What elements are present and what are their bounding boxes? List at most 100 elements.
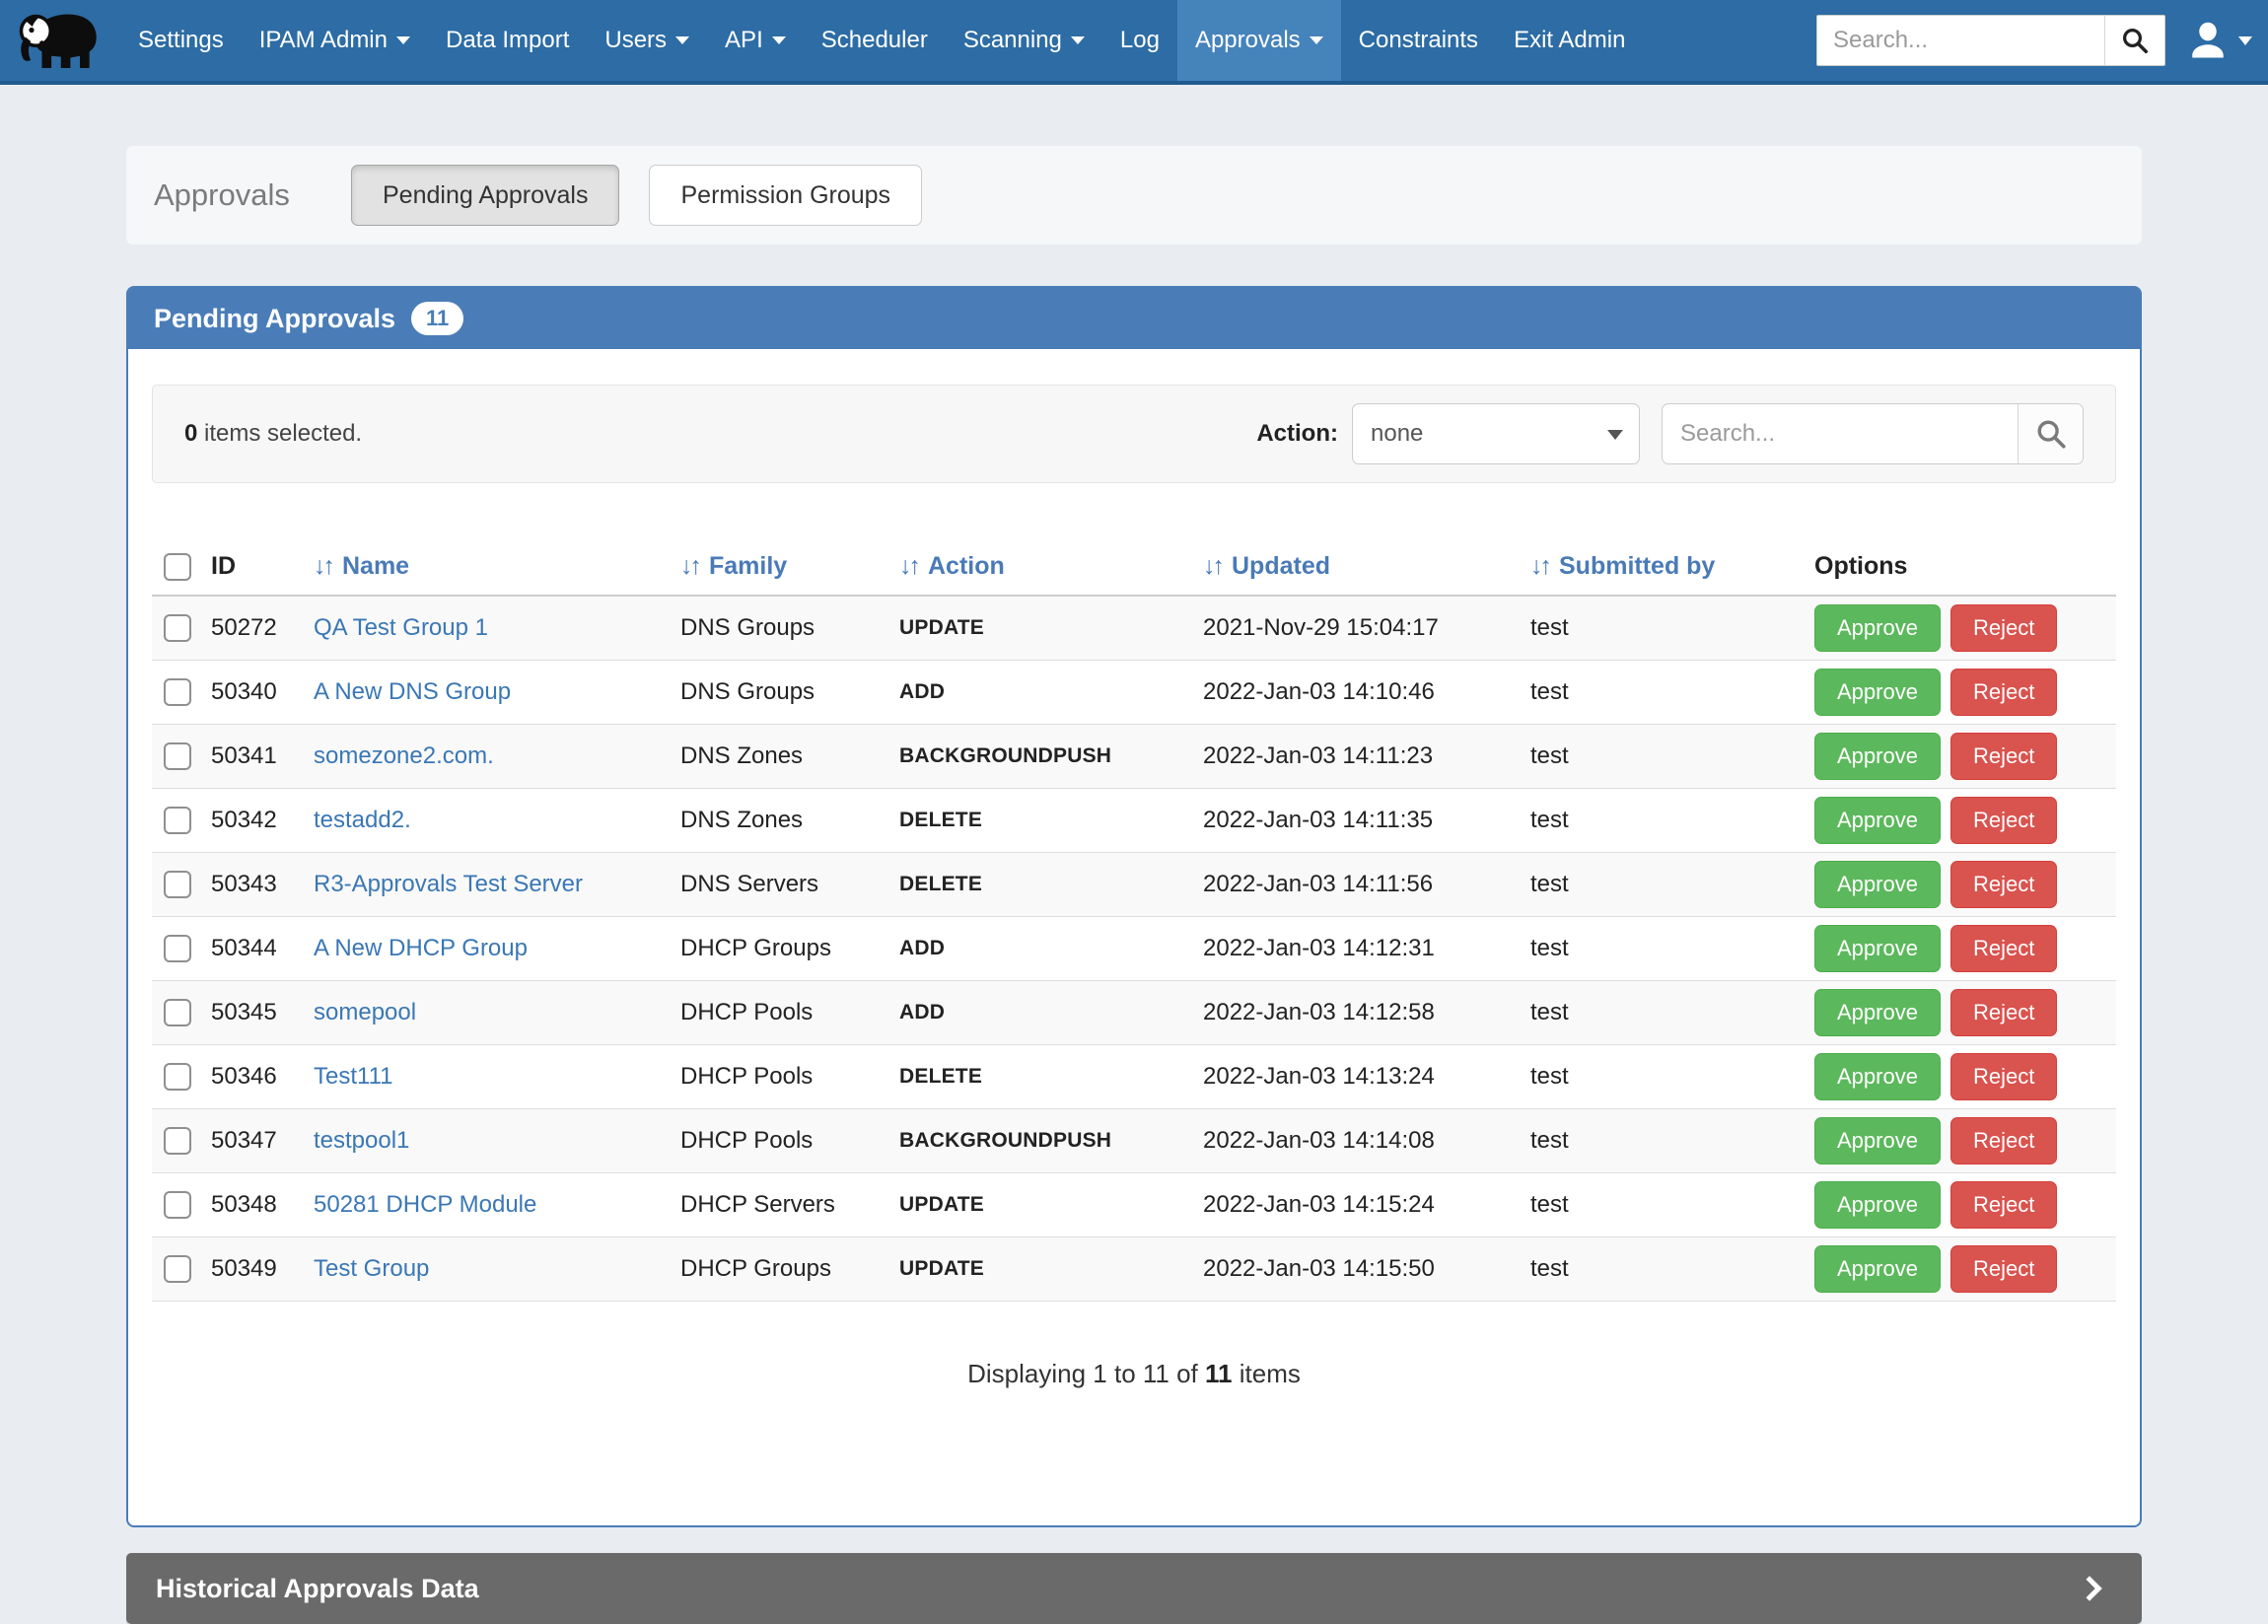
- table-search-button[interactable]: [2018, 404, 2083, 463]
- column-header-id: ID: [203, 538, 306, 596]
- nav-item-approvals[interactable]: Approvals: [1177, 0, 1341, 81]
- approve-button[interactable]: Approve: [1814, 861, 1941, 908]
- row-id: 50341: [203, 725, 306, 789]
- row-name-link[interactable]: somepool: [314, 999, 416, 1025]
- row-family: DHCP Groups: [673, 917, 891, 981]
- action-select[interactable]: none: [1352, 403, 1640, 464]
- reject-button[interactable]: Reject: [1950, 925, 2057, 972]
- row-family: DNS Groups: [673, 596, 891, 661]
- row-name-link[interactable]: 50281 DHCP Module: [314, 1191, 536, 1218]
- nav-item-ipam-admin[interactable]: IPAM Admin: [242, 0, 428, 81]
- select-all-checkbox[interactable]: [164, 553, 191, 581]
- pending-approvals-panel: Pending Approvals 11 0 items selected. A…: [126, 286, 2142, 1527]
- chevron-down-icon: [1071, 36, 1085, 44]
- row-action: ADD: [891, 917, 1195, 981]
- nav-item-label: Scheduler: [821, 27, 928, 54]
- row-name-link[interactable]: somezone2.com.: [314, 742, 494, 769]
- approve-button[interactable]: Approve: [1814, 669, 1941, 716]
- approve-button[interactable]: Approve: [1814, 733, 1941, 780]
- row-checkbox[interactable]: [164, 742, 191, 770]
- table-row: 50344 A New DHCP Group DHCP Groups ADD 2…: [152, 917, 2116, 981]
- row-action: ADD: [891, 661, 1195, 725]
- nav-item-label: API: [725, 27, 763, 54]
- nav-item-api[interactable]: API: [707, 0, 804, 81]
- approve-button[interactable]: Approve: [1814, 989, 1941, 1036]
- page-tabs: Pending Approvals Permission Groups: [351, 165, 922, 226]
- historical-approvals-toggle[interactable]: Historical Approvals Data: [126, 1553, 2142, 1624]
- nav-item-log[interactable]: Log: [1102, 0, 1177, 81]
- navbar-search-button[interactable]: [2104, 15, 2165, 66]
- reject-button[interactable]: Reject: [1950, 989, 2057, 1036]
- row-checkbox[interactable]: [164, 1063, 191, 1091]
- user-menu[interactable]: [2187, 20, 2252, 61]
- reject-button[interactable]: Reject: [1950, 1181, 2057, 1229]
- reject-button[interactable]: Reject: [1950, 733, 2057, 780]
- approvals-table: ID↓↑Name↓↑Family↓↑Action↓↑Updated↓↑Submi…: [152, 538, 2116, 1302]
- row-updated: 2022-Jan-03 14:12:58: [1195, 981, 1523, 1045]
- reject-button[interactable]: Reject: [1950, 1117, 2057, 1165]
- row-family: DNS Zones: [673, 789, 891, 853]
- nav-item-settings[interactable]: Settings: [120, 0, 242, 81]
- table-toolbar: 0 items selected. Action: none: [152, 385, 2116, 483]
- nav-item-constraints[interactable]: Constraints: [1341, 0, 1496, 81]
- row-id: 50344: [203, 917, 306, 981]
- row-action: DELETE: [891, 1045, 1195, 1109]
- row-name-link[interactable]: A New DHCP Group: [314, 935, 528, 961]
- row-checkbox[interactable]: [164, 614, 191, 642]
- row-name-link[interactable]: testpool1: [314, 1127, 409, 1154]
- column-header-updated[interactable]: ↓↑Updated: [1195, 538, 1523, 596]
- reject-button[interactable]: Reject: [1950, 797, 2057, 844]
- nav-item-scanning[interactable]: Scanning: [946, 0, 1102, 81]
- row-name-link[interactable]: Test111: [314, 1063, 393, 1090]
- column-header-family[interactable]: ↓↑Family: [673, 538, 891, 596]
- approve-button[interactable]: Approve: [1814, 1053, 1941, 1100]
- approve-button[interactable]: Approve: [1814, 1117, 1941, 1165]
- column-header-submitted-by[interactable]: ↓↑Submitted by: [1523, 538, 1807, 596]
- approve-button[interactable]: Approve: [1814, 925, 1941, 972]
- row-name-link[interactable]: A New DNS Group: [314, 678, 511, 705]
- row-name-link[interactable]: Test Group: [314, 1255, 429, 1282]
- row-checkbox[interactable]: [164, 1127, 191, 1155]
- row-updated: 2022-Jan-03 14:11:35: [1195, 789, 1523, 853]
- approve-button[interactable]: Approve: [1814, 604, 1941, 652]
- navbar-search-input[interactable]: [1816, 15, 2104, 66]
- navbar-menu: SettingsIPAM AdminData ImportUsers API Sch…: [120, 0, 1643, 81]
- approve-button[interactable]: Approve: [1814, 797, 1941, 844]
- nav-item-label: Scanning: [963, 27, 1062, 54]
- sort-icon: ↓↑: [1530, 552, 1549, 580]
- row-name-link[interactable]: QA Test Group 1: [314, 614, 488, 641]
- mammoth-logo[interactable]: [12, 0, 106, 81]
- column-label: Options: [1814, 552, 1907, 580]
- selected-items-text: 0 items selected.: [184, 420, 362, 448]
- nav-item-users[interactable]: Users: [587, 0, 707, 81]
- column-header-action[interactable]: ↓↑Action: [891, 538, 1195, 596]
- reject-button[interactable]: Reject: [1950, 1245, 2057, 1293]
- nav-item-exit-admin[interactable]: Exit Admin: [1496, 0, 1643, 81]
- row-checkbox[interactable]: [164, 935, 191, 962]
- row-id: 50348: [203, 1173, 306, 1237]
- row-checkbox[interactable]: [164, 807, 191, 834]
- table-search-input[interactable]: [1663, 404, 2018, 463]
- row-checkbox[interactable]: [164, 1255, 191, 1283]
- tab-permission-groups[interactable]: Permission Groups: [649, 165, 922, 226]
- select-all-checkbox-cell: [152, 538, 203, 596]
- reject-button[interactable]: Reject: [1950, 861, 2057, 908]
- approve-button[interactable]: Approve: [1814, 1181, 1941, 1229]
- row-checkbox[interactable]: [164, 1191, 191, 1219]
- nav-item-label: Log: [1120, 27, 1160, 54]
- nav-item-scheduler[interactable]: Scheduler: [804, 0, 946, 81]
- row-checkbox[interactable]: [164, 678, 191, 706]
- row-checkbox[interactable]: [164, 999, 191, 1026]
- row-name-link[interactable]: testadd2.: [314, 807, 411, 833]
- column-header-name[interactable]: ↓↑Name: [306, 538, 673, 596]
- tab-pending-approvals[interactable]: Pending Approvals: [351, 165, 619, 226]
- table-header-row: ID↓↑Name↓↑Family↓↑Action↓↑Updated↓↑Submi…: [152, 538, 2116, 596]
- sort-icon: ↓↑: [1203, 552, 1222, 580]
- approve-button[interactable]: Approve: [1814, 1245, 1941, 1293]
- row-name-link[interactable]: R3-Approvals Test Server: [314, 871, 583, 897]
- reject-button[interactable]: Reject: [1950, 604, 2057, 652]
- reject-button[interactable]: Reject: [1950, 1053, 2057, 1100]
- row-checkbox[interactable]: [164, 871, 191, 898]
- reject-button[interactable]: Reject: [1950, 669, 2057, 716]
- nav-item-data-import[interactable]: Data Import: [428, 0, 587, 81]
